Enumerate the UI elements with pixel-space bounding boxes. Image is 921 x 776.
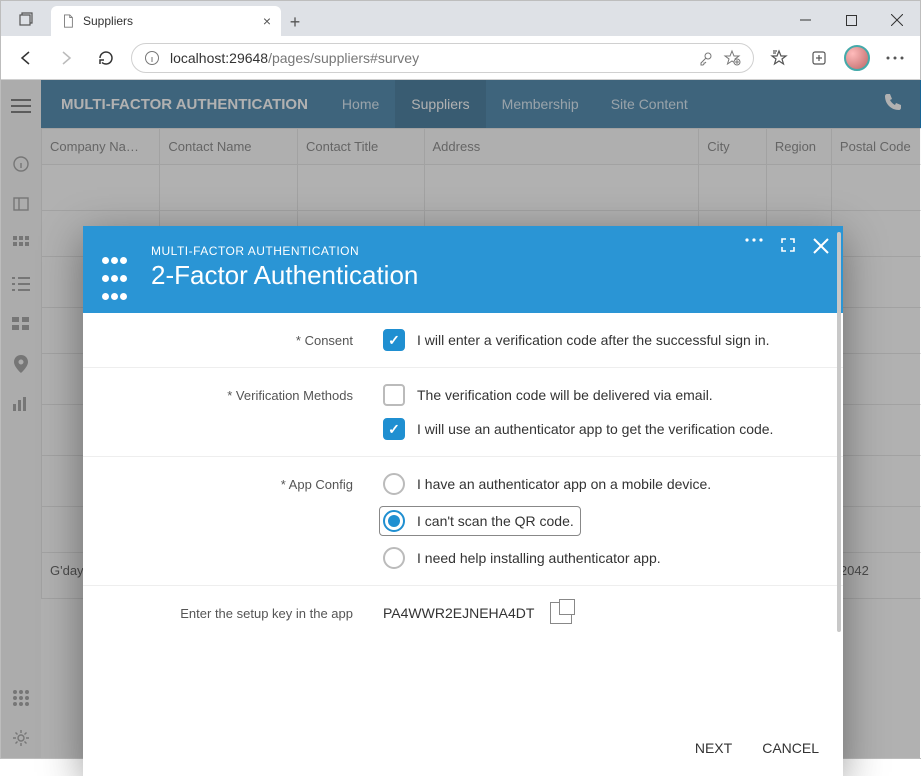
url-text: localhost:29648/pages/suppliers#survey bbox=[170, 50, 687, 66]
setup-key-value: PA4WWR2EJNEHA4DT bbox=[383, 605, 534, 621]
consent-label: * Consent bbox=[113, 329, 353, 351]
methods-label: * Verification Methods bbox=[113, 384, 353, 440]
modal-subtitle: MULTI-FACTOR AUTHENTICATION bbox=[151, 244, 823, 258]
appconfig-opt1-text: I have an authenticator app on a mobile … bbox=[417, 476, 711, 492]
tab-title: Suppliers bbox=[83, 14, 133, 28]
radio-unselected-icon bbox=[383, 473, 405, 495]
modal-title: 2-Factor Authentication bbox=[151, 260, 823, 291]
page-icon bbox=[61, 14, 75, 28]
modal-more-icon[interactable] bbox=[745, 238, 763, 254]
tabs-button[interactable] bbox=[1, 1, 51, 36]
cancel-button[interactable]: CANCEL bbox=[762, 740, 819, 756]
appconfig-opt3-text: I need help installing authenticator app… bbox=[417, 550, 661, 566]
reload-button[interactable] bbox=[91, 43, 121, 73]
method-app-text: I will use an authenticator app to get t… bbox=[417, 421, 773, 437]
modal-footer: NEXT CANCEL bbox=[83, 720, 843, 776]
modal-scrollbar[interactable] bbox=[835, 226, 843, 720]
appconfig-opt2-text: I can't scan the QR code. bbox=[417, 513, 574, 529]
method-email-checkbox[interactable]: The verification code will be delivered … bbox=[383, 384, 813, 406]
checkbox-checked-icon bbox=[383, 418, 405, 440]
window-maximize-button[interactable] bbox=[828, 4, 874, 36]
checkbox-unchecked-icon bbox=[383, 384, 405, 406]
address-bar[interactable]: localhost:29648/pages/suppliers#survey bbox=[131, 43, 754, 73]
appconfig-have-app-radio[interactable]: I have an authenticator app on a mobile … bbox=[383, 473, 813, 495]
window-close-button[interactable] bbox=[874, 4, 920, 36]
app-logo-icon bbox=[101, 252, 135, 306]
method-app-checkbox[interactable]: I will use an authenticator app to get t… bbox=[383, 418, 813, 440]
browser-tab[interactable]: Suppliers × bbox=[51, 6, 281, 36]
radio-unselected-icon bbox=[383, 547, 405, 569]
window-minimize-button[interactable] bbox=[782, 4, 828, 36]
consent-checkbox[interactable]: I will enter a verification code after t… bbox=[383, 329, 813, 351]
key-icon[interactable] bbox=[697, 50, 713, 66]
appconfig-need-help-radio[interactable]: I need help installing authenticator app… bbox=[383, 547, 813, 569]
modal-fullscreen-icon[interactable] bbox=[781, 238, 795, 254]
modal-header: MULTI-FACTOR AUTHENTICATION 2-Factor Aut… bbox=[83, 226, 843, 313]
profile-avatar[interactable] bbox=[844, 45, 870, 71]
back-button[interactable] bbox=[11, 43, 41, 73]
browser-toolbar: localhost:29648/pages/suppliers#survey bbox=[1, 36, 920, 80]
collections-button[interactable] bbox=[804, 43, 834, 73]
copy-icon[interactable] bbox=[550, 602, 572, 624]
appconfig-cant-scan-radio[interactable]: I can't scan the QR code. bbox=[380, 507, 580, 535]
checkbox-checked-icon bbox=[383, 329, 405, 351]
browser-titlebar: Suppliers × + bbox=[1, 1, 920, 36]
method-email-text: The verification code will be delivered … bbox=[417, 387, 713, 403]
browser-menu-button[interactable] bbox=[880, 43, 910, 73]
consent-text: I will enter a verification code after t… bbox=[417, 332, 770, 348]
appconfig-label: * App Config bbox=[113, 473, 353, 569]
modal-body: * Consent I will enter a verification co… bbox=[83, 313, 843, 720]
setup-label: Enter the setup key in the app bbox=[113, 602, 353, 624]
favorite-icon[interactable] bbox=[723, 49, 741, 67]
two-factor-modal: MULTI-FACTOR AUTHENTICATION 2-Factor Aut… bbox=[83, 226, 843, 776]
tab-close-icon[interactable]: × bbox=[263, 13, 271, 29]
next-button[interactable]: NEXT bbox=[695, 740, 732, 756]
site-info-icon[interactable] bbox=[144, 50, 160, 66]
favorites-button[interactable] bbox=[764, 43, 794, 73]
new-tab-button[interactable]: + bbox=[281, 8, 309, 36]
modal-close-icon[interactable] bbox=[813, 238, 829, 254]
forward-button[interactable] bbox=[51, 43, 81, 73]
radio-selected-icon bbox=[383, 510, 405, 532]
